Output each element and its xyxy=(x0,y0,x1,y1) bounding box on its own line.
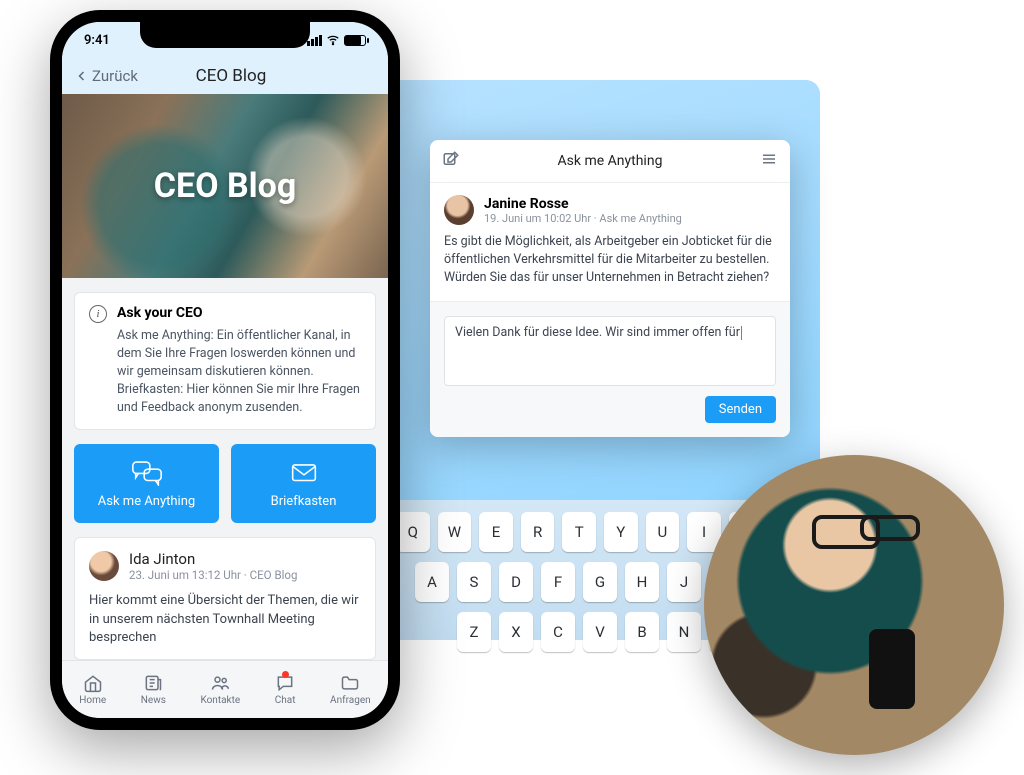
tab-requests[interactable]: Anfragen xyxy=(330,673,371,706)
hamburger-icon[interactable] xyxy=(760,150,778,172)
tab-bar: Home News Kontakte Chat Anfragen xyxy=(62,660,388,718)
key-w[interactable]: W xyxy=(438,512,472,552)
key-h[interactable]: H xyxy=(625,562,659,602)
compose-card: Ask me Anything Janine Rosse 19. Juni um… xyxy=(430,140,790,437)
send-button[interactable]: Senden xyxy=(705,396,776,423)
profile-photo xyxy=(704,455,1004,755)
ask-ceo-body: Ask me Anything: Ein öffentlicher Kanal,… xyxy=(117,327,361,418)
ask-anything-button[interactable]: Ask me Anything xyxy=(74,444,219,523)
key-y[interactable]: Y xyxy=(604,512,638,552)
post-body: Hier kommt eine Übersicht der Themen, di… xyxy=(89,592,361,647)
key-v[interactable]: V xyxy=(583,612,617,652)
tab-contacts[interactable]: Kontakte xyxy=(200,673,240,706)
mailbox-button[interactable]: Briefkasten xyxy=(231,444,376,523)
tab-chat[interactable]: Chat xyxy=(275,673,296,706)
avatar xyxy=(444,195,474,225)
key-r[interactable]: R xyxy=(521,512,555,552)
key-q[interactable]: Q xyxy=(396,512,430,552)
key-b[interactable]: B xyxy=(625,612,659,652)
reply-input-value: Vielen Dank für diese Idee. Wir sind imm… xyxy=(455,325,740,340)
key-a[interactable]: A xyxy=(415,562,449,602)
reply-input[interactable]: Vielen Dank für diese Idee. Wir sind imm… xyxy=(444,316,776,386)
ask-ceo-title: Ask your CEO xyxy=(117,305,203,321)
scroll-area[interactable]: CEO Blog i Ask your CEO Ask me Anything:… xyxy=(62,94,388,660)
key-g[interactable]: G xyxy=(583,562,617,602)
key-j[interactable]: J xyxy=(667,562,701,602)
nav-title: CEO Blog xyxy=(148,66,314,86)
post-author: Janine Rosse xyxy=(484,196,682,212)
key-u[interactable]: U xyxy=(646,512,680,552)
key-s[interactable]: S xyxy=(457,562,491,602)
tab-home[interactable]: Home xyxy=(79,673,106,706)
post-body: Es gibt die Möglichkeit, als Arbeitgeber… xyxy=(444,233,776,287)
phone-frame: 9:41 Zurück CEO Blog CEO Blog i Ask your xyxy=(50,10,400,730)
hero-image: CEO Blog xyxy=(62,94,388,278)
key-t[interactable]: T xyxy=(562,512,596,552)
post-meta: 19. Juni um 10:02 Uhr · Ask me Anything xyxy=(484,212,682,225)
mailbox-label: Briefkasten xyxy=(271,494,337,509)
home-icon xyxy=(83,673,103,693)
blog-post[interactable]: Ida Jinton 23. Juni um 13:12 Uhr · CEO B… xyxy=(74,537,376,660)
ask-anything-label: Ask me Anything xyxy=(98,494,195,509)
news-icon xyxy=(143,673,163,693)
status-time: 9:41 xyxy=(84,33,110,48)
key-f[interactable]: F xyxy=(541,562,575,602)
info-icon: i xyxy=(89,305,107,323)
post-meta: 23. Juni um 13:12 Uhr · CEO Blog xyxy=(129,568,297,582)
ask-ceo-card: i Ask your CEO Ask me Anything: Ein öffe… xyxy=(74,292,376,431)
key-n[interactable]: N xyxy=(667,612,701,652)
back-button[interactable]: Zurück xyxy=(76,67,138,85)
compose-new-icon[interactable] xyxy=(442,150,460,172)
nav-bar: Zurück CEO Blog xyxy=(62,58,388,94)
wifi-icon xyxy=(326,33,340,47)
post-author: Ida Jinton xyxy=(129,550,297,568)
battery-icon xyxy=(344,35,366,46)
back-label: Zurück xyxy=(92,67,138,85)
phone-notch xyxy=(140,22,310,48)
contacts-icon xyxy=(210,673,230,693)
avatar xyxy=(89,551,119,581)
key-e[interactable]: E xyxy=(479,512,513,552)
chat-bubbles-icon xyxy=(130,458,164,486)
key-z[interactable]: Z xyxy=(457,612,491,652)
compose-title: Ask me Anything xyxy=(558,153,663,169)
key-x[interactable]: X xyxy=(499,612,533,652)
tab-news[interactable]: News xyxy=(141,673,166,706)
key-c[interactable]: C xyxy=(541,612,575,652)
key-d[interactable]: D xyxy=(499,562,533,602)
hero-title: CEO Blog xyxy=(154,166,297,206)
envelope-icon xyxy=(287,458,321,486)
folder-icon xyxy=(340,673,360,693)
